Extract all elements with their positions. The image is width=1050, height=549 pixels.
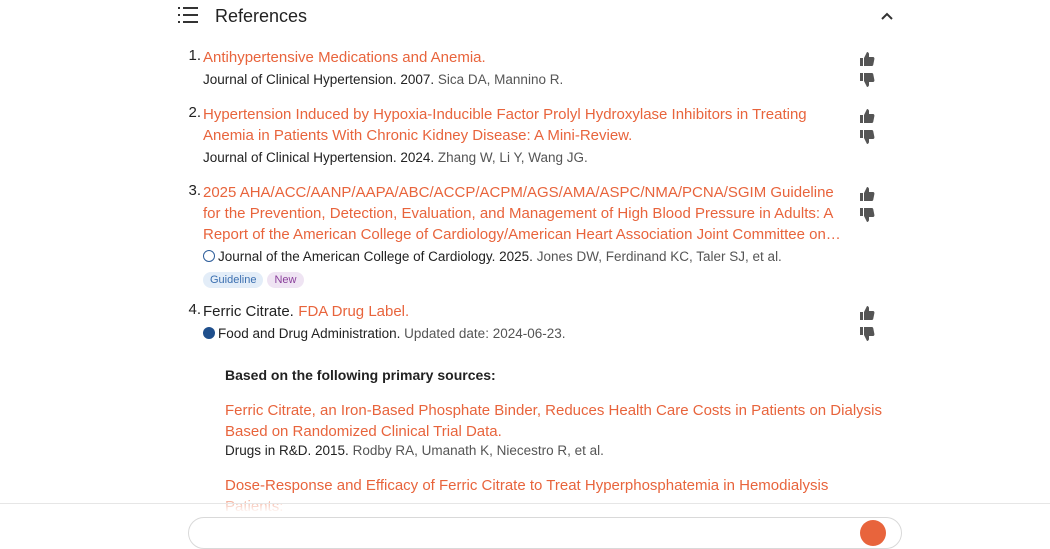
references-title: References [215,6,308,26]
thumbs-down-icon[interactable] [859,207,875,223]
fda-logo-icon [203,327,215,339]
send-button[interactable] [860,520,886,546]
reference-journal: Journal of Clinical Hypertension. 2024. [203,150,435,165]
reference-title-link[interactable]: FDA Drug Label. [298,303,409,320]
thumbs-down-icon[interactable] [859,72,875,88]
primary-sources-title: Based on the following primary sources: [225,367,496,383]
journal-logo-icon [203,250,215,262]
primary-source-title-link[interactable]: Ferric Citrate, an Iron-Based Phosphate … [225,402,882,440]
guideline-badge: Guideline [203,272,264,288]
primary-sources-heading: Based on the following primary sources: [225,367,885,385]
reference-journal: Food and Drug Administration. [218,326,401,341]
list-icon [178,6,200,24]
primary-source-journal: Drugs in R&D. 2015. [225,443,349,458]
primary-source-authors: Rodby RA, Umanath K, Niecestro R, et al. [352,443,604,458]
thumbs-up-icon[interactable] [859,305,875,321]
thumbs-down-icon[interactable] [859,326,875,342]
reference-authors: Zhang W, Li Y, Wang JG. [437,150,588,165]
reference-number: 1. [188,47,201,64]
chevron-up-icon[interactable] [876,6,898,26]
reference-authors: Jones DW, Ferdinand KC, Taler SJ, et al. [536,249,782,264]
thumbs-down-icon[interactable] [859,129,875,145]
reference-number: 3. [188,182,201,199]
reference-drug-name: Ferric Citrate. [203,303,294,320]
reference-authors: Sica DA, Mannino R. [437,72,564,87]
reference-number: 4. [188,301,201,318]
thumbs-up-icon[interactable] [859,108,875,124]
reference-title-link[interactable]: Hypertension Induced by Hypoxia-Inducibl… [203,106,807,144]
chat-input[interactable] [188,517,902,549]
reference-number: 2. [188,104,201,121]
primary-source-item-1: Ferric Citrate, an Iron-Based Phosphate … [225,400,885,458]
new-badge: New [267,272,304,288]
divider [0,503,1050,504]
thumbs-up-icon[interactable] [859,51,875,67]
reference-title-link[interactable]: 2025 AHA/ACC/AANP/AAPA/ABC/ACCP/ACPM/AGS… [203,182,843,245]
reference-updated-date: Updated date: 2024-06-23. [404,326,566,341]
thumbs-up-icon[interactable] [859,186,875,202]
reference-journal: Journal of the American College of Cardi… [218,249,533,264]
reference-title-link[interactable]: Antihypertensive Medications and Anemia. [203,49,486,66]
reference-journal: Journal of Clinical Hypertension. 2007. [203,72,435,87]
references-header: References [178,4,898,28]
